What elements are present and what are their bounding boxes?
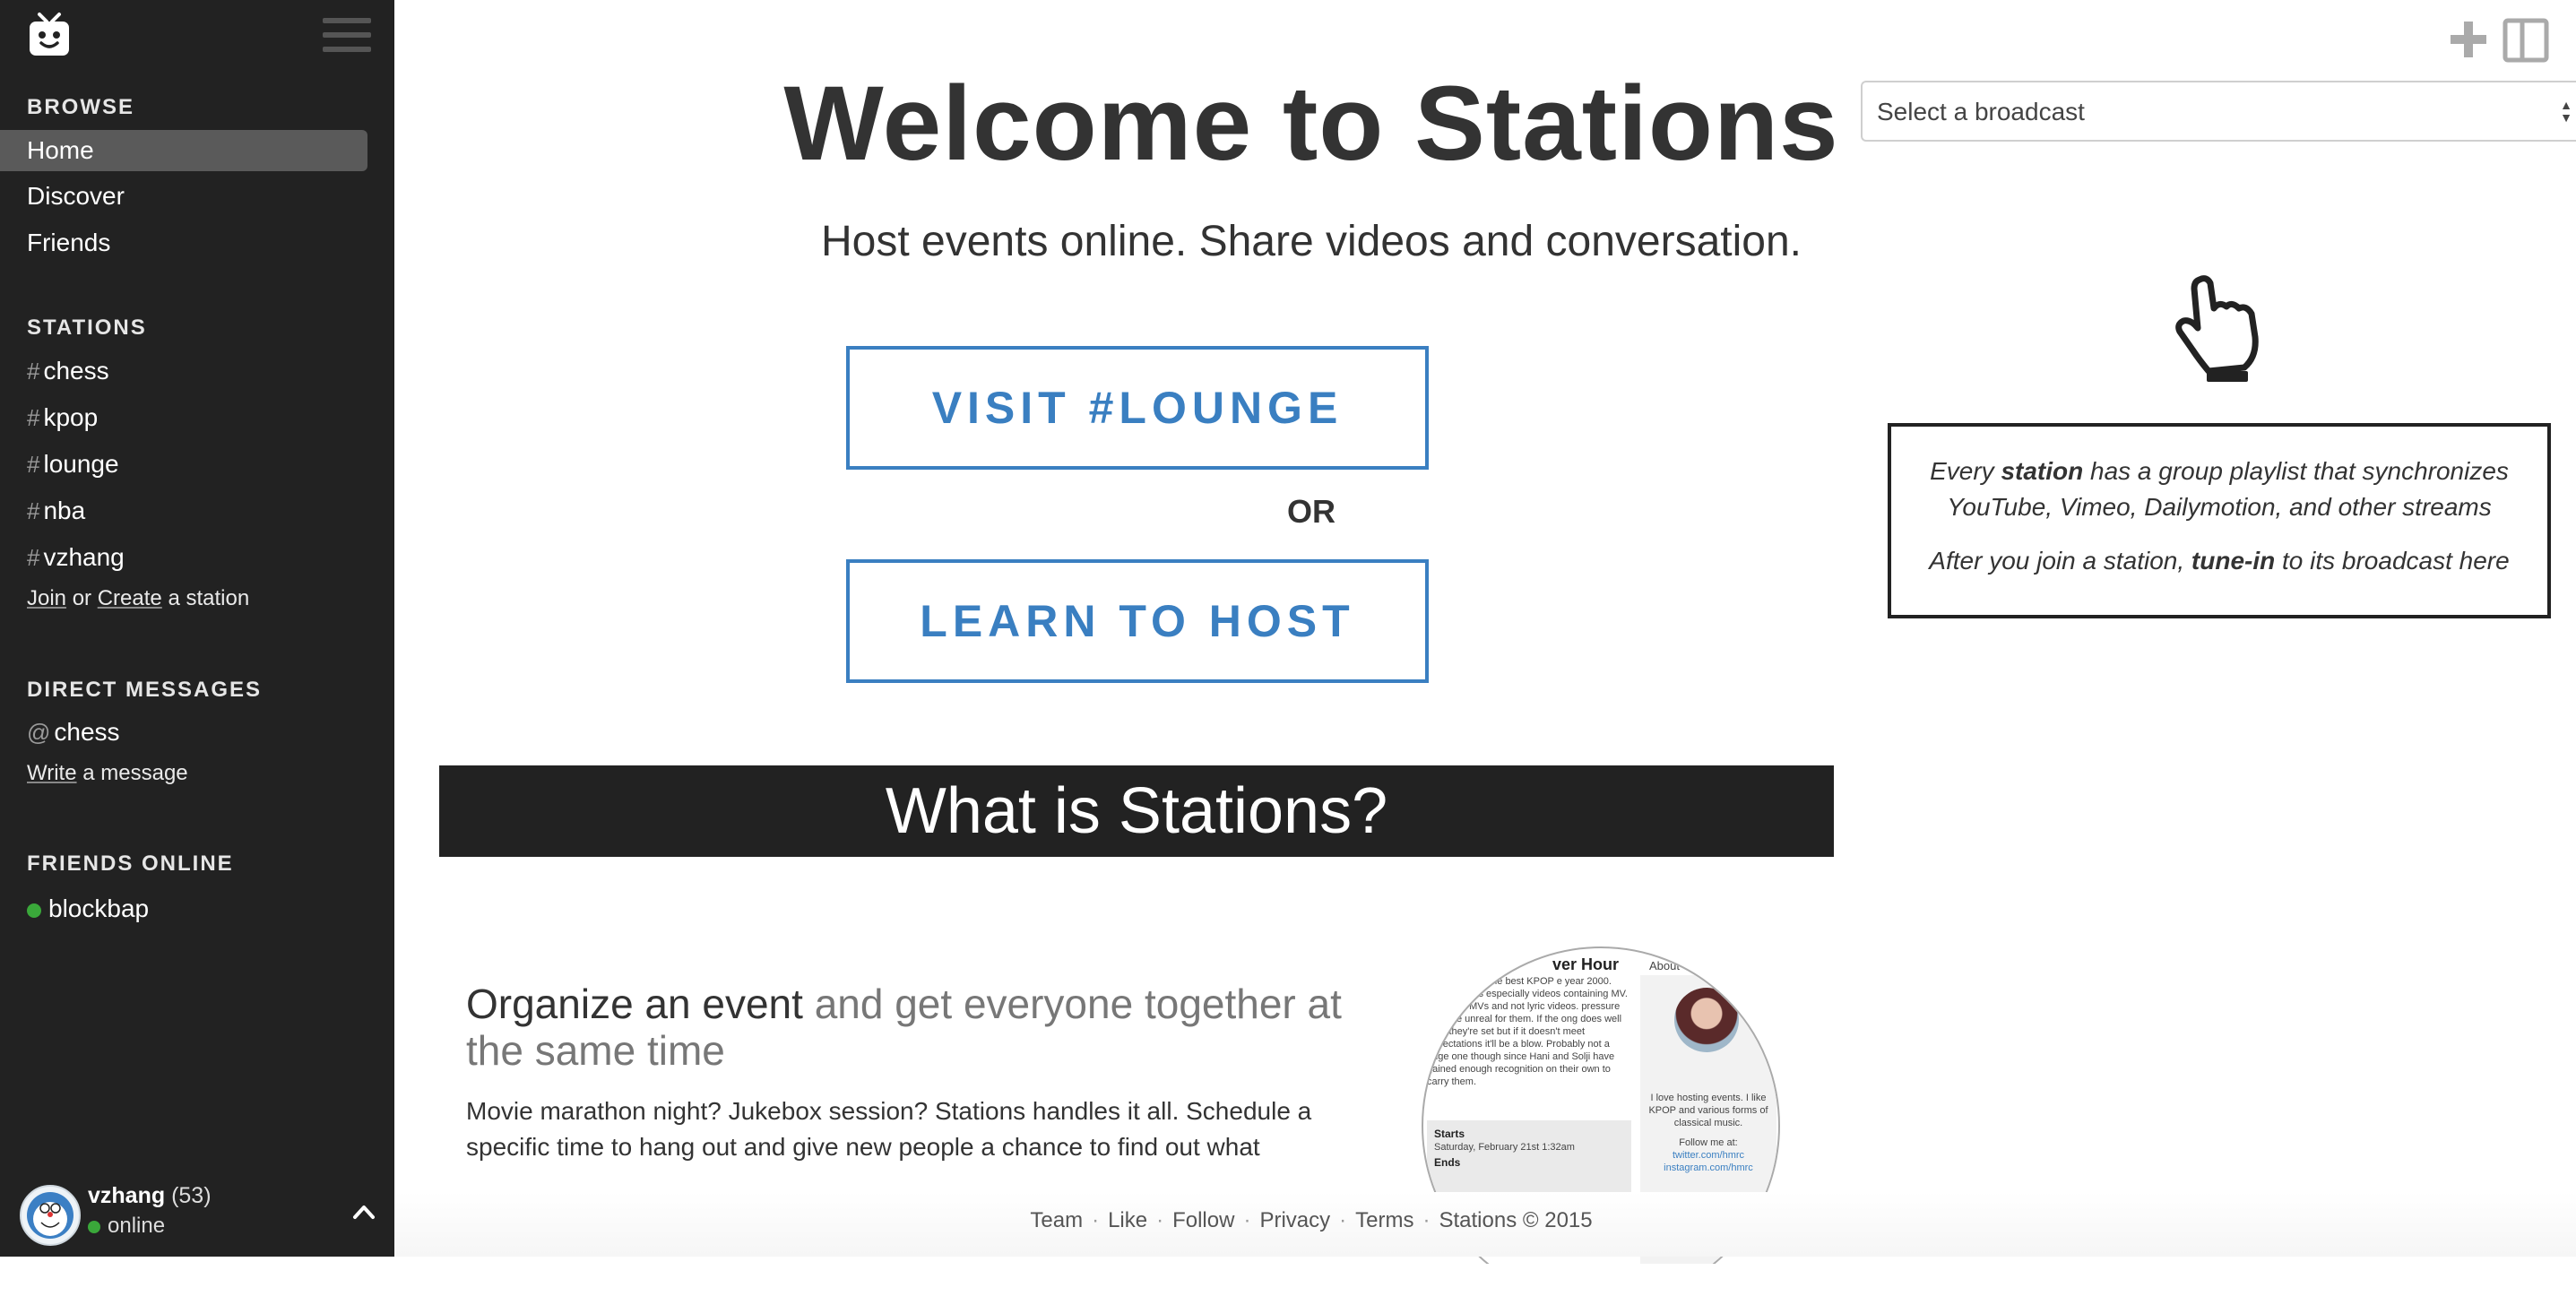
avatar[interactable] [20, 1185, 81, 1246]
online-status-icon [27, 903, 41, 918]
footer-separator: · [1339, 1208, 1347, 1232]
chevron-up-icon[interactable] [351, 1199, 376, 1224]
plus-icon[interactable] [2449, 20, 2488, 59]
footer-separator: · [1156, 1208, 1164, 1232]
main-content: Welcome to Stations Host events online. … [394, 0, 2576, 1264]
a-message-text: a message [82, 761, 188, 785]
preview-title: ver Hour [1552, 955, 1620, 973]
broadcast-info-box: Every station has a group playlist that … [1888, 423, 2551, 618]
hamburger-menu-icon[interactable] [323, 18, 371, 57]
tv-logo-icon[interactable] [25, 11, 73, 59]
friends-online-heading: FRIENDS ONLINE [27, 851, 234, 876]
sidebar-dm-chess[interactable]: @ chess [0, 712, 367, 753]
sidebar-item-home[interactable]: Home [0, 130, 367, 171]
feature-title: Organize an event and get everyone toget… [466, 981, 1371, 1074]
learn-to-host-button[interactable]: LEARN TO HOST [846, 559, 1429, 683]
a-station-text: a station [168, 586, 250, 610]
broadcast-select-value: Select a broadcast [1877, 98, 2085, 125]
footer-links: Team · Like · Follow · Privacy · Terms · Stations … [394, 1208, 2228, 1233]
join-station-link[interactable]: Join [27, 586, 66, 610]
stations-heading: STATIONS [27, 315, 147, 340]
tagline: Host events online. Share videos and con… [821, 218, 1802, 265]
username-text: vzhang [88, 1183, 166, 1208]
follow-text: Follow me at: [1679, 1137, 1738, 1148]
select-arrows-icon: ▲ ▼ [2560, 98, 2572, 125]
online-status-icon [88, 1220, 100, 1233]
user-count: (53) [171, 1183, 212, 1208]
station-label: nba [43, 497, 86, 524]
info-1-bold: station [2001, 457, 2084, 485]
friend-label: blockbap [48, 894, 150, 922]
info-1-pre: Every [1930, 457, 1994, 485]
station-label: kpop [43, 403, 99, 431]
host-bio-text: I love hosting events. I like KPOP and v… [1648, 1093, 1768, 1128]
hash-icon: # [27, 451, 40, 478]
split-view-icon[interactable] [2503, 18, 2549, 63]
dm-label: chess [54, 718, 120, 746]
write-message-link[interactable]: Write [27, 761, 77, 785]
preview-starts-label: Starts [1434, 1128, 1465, 1140]
footer-link-follow[interactable]: Follow [1172, 1208, 1234, 1232]
write-message-line: Write a message [27, 761, 188, 786]
footer-link-terms[interactable]: Terms [1355, 1208, 1413, 1232]
or-text: or [72, 586, 92, 610]
footer-link-team[interactable]: Team [1030, 1208, 1083, 1232]
avatar-image-icon [27, 1192, 73, 1239]
preview-description: here to watch the best KPOP e year 2000.… [1427, 976, 1628, 1087]
station-label: lounge [43, 450, 119, 478]
footer-link-privacy[interactable]: Privacy [1259, 1208, 1330, 1232]
station-label: vzhang [43, 543, 125, 571]
browse-heading: BROWSE [27, 95, 134, 119]
footer-separator: · [1092, 1208, 1100, 1232]
direct-messages-heading: DIRECT MESSAGES [27, 678, 263, 702]
preview-link: instagram.com/hmrc [1664, 1162, 1753, 1173]
user-profile[interactable]: vzhang (53) online [0, 1165, 394, 1257]
preview-ends-label: Ends [1434, 1156, 1461, 1169]
info-line-2: After you join a station, tune-in to its… [1891, 525, 2547, 579]
footer: Team · Like · Follow · Privacy · Terms · Stations … [394, 1192, 2576, 1257]
preview-starts-date: Saturday, February 21st 1:32am [1434, 1142, 1575, 1153]
pointing-hand-icon [2175, 275, 2259, 382]
visit-lounge-button[interactable]: VISIT #LOUNGE [846, 346, 1429, 470]
preview-host-bio: I love hosting events. I like KPOP and v… [1647, 1092, 1769, 1174]
hash-icon: # [27, 497, 40, 524]
sidebar-item-discover[interactable]: Discover [0, 176, 367, 217]
at-icon: @ [27, 719, 51, 746]
host-photo [1674, 988, 1739, 1052]
footer-copyright: Stations © 2015 [1439, 1208, 1593, 1232]
sidebar-station-nba[interactable]: # nba [0, 490, 367, 532]
sidebar-station-vzhang[interactable]: # vzhang [0, 537, 367, 578]
username: vzhang (53) [88, 1183, 212, 1209]
sidebar-item-friends[interactable]: Friends [0, 222, 367, 264]
create-station-link[interactable]: Create [98, 586, 162, 610]
footer-separator: · [1422, 1208, 1431, 1232]
sidebar-station-kpop[interactable]: # kpop [0, 397, 367, 438]
sidebar-friend-blockbap[interactable]: blockbap [0, 888, 367, 929]
footer-link-like[interactable]: Like [1108, 1208, 1147, 1232]
station-label: chess [43, 357, 109, 385]
sidebar-station-chess[interactable]: # chess [0, 350, 367, 392]
feature-title-strong: Organize an event [466, 981, 803, 1027]
info-2-pre: After you join a station, [1929, 547, 2185, 575]
info-line-1: Every station has a group playlist that … [1891, 427, 2547, 525]
hash-icon: # [27, 358, 40, 385]
broadcast-select[interactable]: Select a broadcast ▲ ▼ [1861, 81, 2576, 142]
info-2-post: to its broadcast here [2282, 547, 2510, 575]
info-2-bold: tune-in [2191, 547, 2276, 575]
sidebar-station-lounge[interactable]: # lounge [0, 444, 367, 485]
preview-link: twitter.com/hmrc [1672, 1150, 1745, 1161]
join-create-line: Join or Create a station [27, 586, 249, 611]
hash-icon: # [27, 404, 40, 431]
preview-about: About [1649, 959, 1680, 972]
footer-separator: · [1243, 1208, 1251, 1232]
user-status-text: online [108, 1214, 166, 1238]
user-status: online [88, 1214, 165, 1239]
section-banner: What is Stations? [439, 765, 1834, 857]
sidebar: BROWSE Home Discover Friends STATIONS # c… [0, 0, 394, 1257]
feature-body: Movie marathon night? Jukebox session? S… [466, 1097, 1312, 1161]
hash-icon: # [27, 544, 40, 571]
